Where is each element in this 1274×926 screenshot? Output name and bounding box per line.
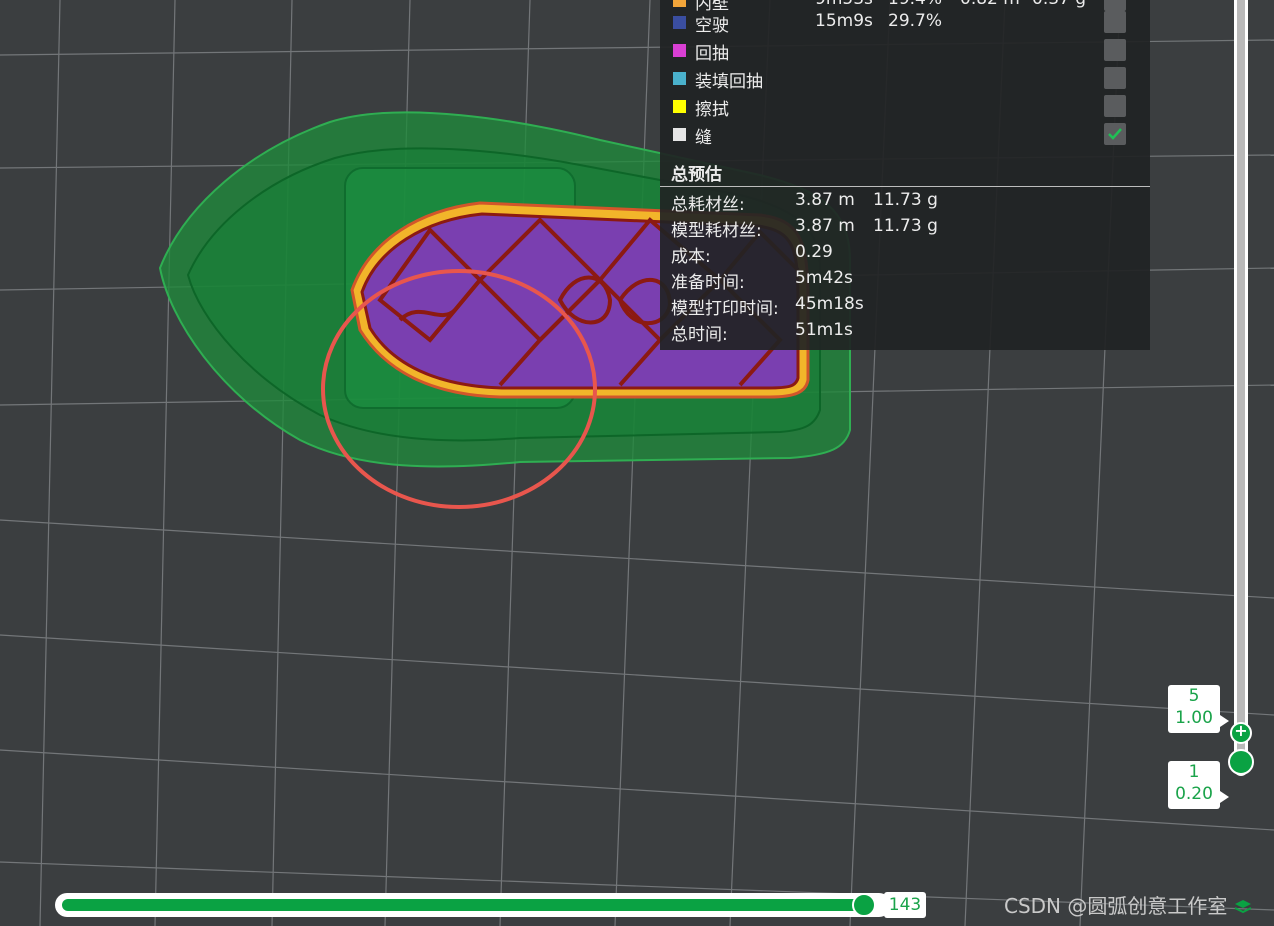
summary-value: 0.29 bbox=[795, 242, 833, 262]
summary-value: 51m1s bbox=[795, 320, 853, 340]
summary-label: 模型耗材丝: bbox=[671, 221, 762, 241]
feature-percent: 19.4% bbox=[888, 0, 942, 9]
feature-name: 缝 bbox=[695, 128, 712, 148]
visibility-checkbox-retract[interactable] bbox=[1104, 39, 1126, 61]
layers-icon[interactable] bbox=[1232, 896, 1254, 918]
checkmark-icon bbox=[1108, 128, 1122, 140]
lower-layer-number: 1 bbox=[1188, 762, 1200, 782]
retract-swatch bbox=[673, 44, 686, 57]
legend-row-retract: 回抽 bbox=[660, 38, 1150, 64]
feature-name: 擦拭 bbox=[695, 100, 729, 120]
watermark: CSDN @圆弧创意工作室 bbox=[1004, 894, 1228, 918]
unretract-swatch bbox=[673, 72, 686, 85]
lower-layer-label: 1 0.20 bbox=[1168, 761, 1229, 809]
legend-row-wipe: 擦拭 bbox=[660, 94, 1150, 120]
summary-title: 总预估 bbox=[671, 165, 722, 185]
summary-label: 成本: bbox=[671, 247, 711, 267]
summary-label: 总耗材丝: bbox=[671, 195, 745, 215]
wipe-swatch bbox=[673, 100, 686, 113]
feature-name: 装填回抽 bbox=[695, 72, 763, 92]
upper-layer-number: 5 bbox=[1188, 686, 1200, 706]
travel-swatch bbox=[673, 16, 686, 29]
lower-layer-height: 0.20 bbox=[1175, 784, 1213, 804]
visibility-checkbox-seam[interactable] bbox=[1104, 123, 1126, 145]
move-slider-handle[interactable] bbox=[852, 893, 876, 917]
legend-panel: 内壁 9m53s 19.4% 0.82 m 0.37 g 空驶 15m9s 29… bbox=[660, 0, 1150, 350]
divider bbox=[660, 186, 1150, 187]
feature-time: 15m9s bbox=[815, 11, 873, 31]
summary-label: 准备时间: bbox=[671, 273, 745, 293]
summary-value: 5m42s bbox=[795, 268, 853, 288]
summary-value-secondary: 11.73 g bbox=[873, 216, 938, 236]
feature-length: 0.82 m bbox=[960, 0, 1020, 9]
summary-label: 总时间: bbox=[671, 325, 728, 345]
legend-row-travel: 空驶 15m9s 29.7% bbox=[660, 10, 1150, 36]
visibility-checkbox-travel[interactable] bbox=[1104, 11, 1126, 33]
upper-layer-handle[interactable]: + bbox=[1230, 721, 1252, 744]
visibility-checkbox-wipe[interactable] bbox=[1104, 95, 1126, 117]
layer-slider-range bbox=[1237, 0, 1245, 770]
move-slider-fill bbox=[62, 899, 864, 911]
legend-row-seam: 缝 bbox=[660, 122, 1150, 148]
seam-swatch bbox=[673, 128, 686, 141]
summary-value: 45m18s bbox=[795, 294, 864, 314]
upper-layer-height: 1.00 bbox=[1175, 708, 1213, 728]
summary-label: 模型打印时间: bbox=[671, 299, 779, 319]
inner-wall-swatch bbox=[673, 0, 686, 7]
upper-layer-label: 5 1.00 bbox=[1168, 685, 1229, 733]
move-slider-value: 143 bbox=[876, 892, 926, 918]
lower-layer-handle[interactable] bbox=[1228, 749, 1254, 775]
summary-value: 3.87 m bbox=[795, 190, 855, 210]
summary-value-secondary: 11.73 g bbox=[873, 190, 938, 210]
legend-row-unretract: 装填回抽 bbox=[660, 66, 1150, 92]
feature-weight: 0.37 g bbox=[1032, 0, 1086, 9]
feature-name: 空驶 bbox=[695, 16, 729, 36]
feature-name: 回抽 bbox=[695, 44, 729, 64]
feature-percent: 29.7% bbox=[888, 11, 943, 31]
plus-icon[interactable]: + bbox=[1232, 721, 1250, 740]
visibility-checkbox-unretract[interactable] bbox=[1104, 67, 1126, 89]
feature-time: 9m53s bbox=[815, 0, 873, 9]
summary-value: 3.87 m bbox=[795, 216, 855, 236]
